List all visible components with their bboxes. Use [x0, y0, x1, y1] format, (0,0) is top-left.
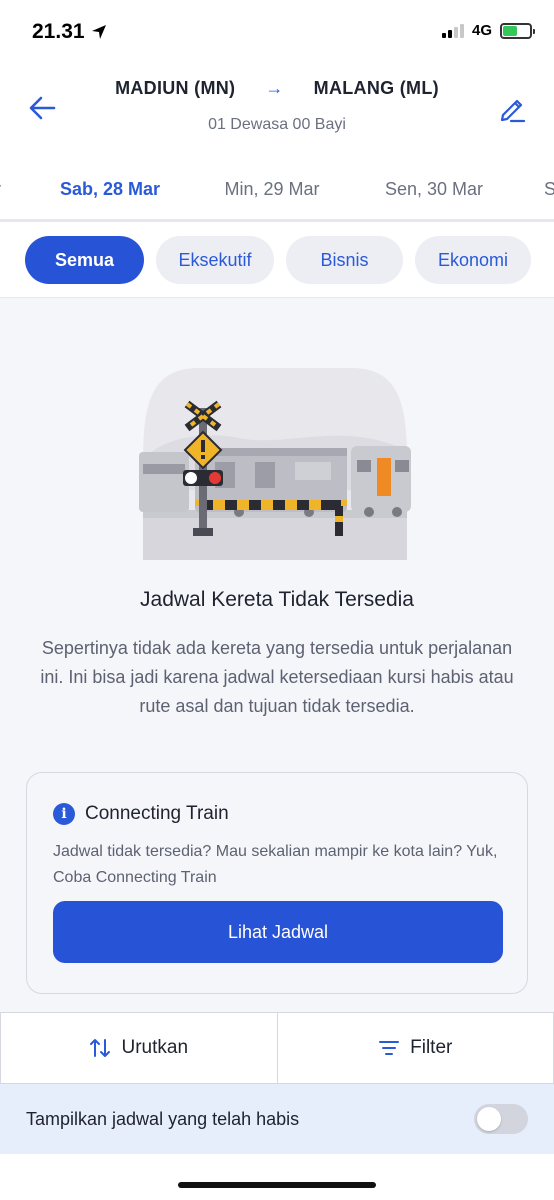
route-summary: MADIUN (MN) → MALANG (ML): [0, 78, 554, 99]
edit-search-button[interactable]: [492, 88, 532, 128]
date-tab-mon-30[interactable]: Sen, 30 Mar: [353, 160, 515, 219]
date-tabs: r Sab, 28 Mar Min, 29 Mar Sen, 30 Mar S: [0, 160, 554, 222]
destination-station: MALANG (ML): [313, 78, 439, 98]
filter-button[interactable]: Filter: [276, 1012, 554, 1084]
filter-lines-icon: [379, 1041, 400, 1055]
route-arrow: →: [265, 78, 284, 98]
status-bar: 21.31 4G: [0, 0, 554, 62]
chip-eksekutif[interactable]: Eksekutif: [156, 236, 274, 284]
sort-button[interactable]: Urutkan: [0, 1012, 277, 1084]
passenger-count: 01 Dewasa 00 Bayi: [208, 116, 346, 133]
status-indicators: 4G: [441, 22, 535, 39]
chip-bisnis[interactable]: Bisnis: [286, 236, 403, 284]
origin-station: MADIUN (MN): [115, 78, 236, 98]
battery-icon: [500, 22, 535, 39]
status-time: 21.31: [32, 20, 107, 44]
info-icon: i: [53, 803, 75, 825]
connecting-train-card: i Connecting Train Jadwal tidak tersedia…: [26, 772, 528, 994]
status-time-text: 21.31: [32, 20, 85, 43]
sort-arrows-icon: [90, 1039, 111, 1057]
connecting-train-header: i Connecting Train: [53, 803, 229, 825]
sort-label: Urutkan: [121, 1037, 189, 1058]
show-sold-out-label: Tampilkan jadwal yang telah habis: [26, 1108, 300, 1129]
show-sold-out-row: Tampilkan jadwal yang telah habis: [0, 1084, 554, 1154]
class-filter-chips: Semua Eksekutif Bisnis Ekonomi: [0, 222, 554, 298]
header: MADIUN (MN) → MALANG (ML) 01 Dewasa 00 B…: [0, 62, 554, 158]
network-type: 4G: [471, 22, 492, 39]
results-area: Jadwal Kereta Tidak Tersedia Sepertinya …: [0, 298, 554, 1012]
signal-icon: [441, 23, 464, 38]
connecting-train-title: Connecting Train: [85, 803, 229, 824]
sort-filter-bar: Urutkan Filter: [0, 1012, 554, 1084]
bottom-safe-area: [0, 1154, 554, 1200]
date-tab-previous[interactable]: r: [0, 160, 6, 219]
chip-semua[interactable]: Semua: [25, 236, 144, 284]
location-arrow-icon: [91, 25, 106, 39]
show-sold-out-toggle[interactable]: [474, 1104, 528, 1134]
chip-ekonomi[interactable]: Ekonomi: [415, 236, 531, 284]
view-schedule-button[interactable]: Lihat Jadwal: [53, 901, 503, 963]
train-crossing-illustration: [139, 368, 411, 560]
filter-label: Filter: [410, 1037, 453, 1058]
date-tab-next[interactable]: S: [540, 160, 554, 219]
home-indicator[interactable]: [178, 1182, 376, 1188]
date-tab-sat-28[interactable]: Sab, 28 Mar: [29, 160, 191, 219]
empty-state-description: Sepertinya tidak ada kereta yang tersedi…: [40, 638, 514, 716]
date-tab-sun-29[interactable]: Min, 29 Mar: [191, 160, 353, 219]
toggle-knob: [477, 1107, 501, 1131]
empty-state-title: Jadwal Kereta Tidak Tersedia: [140, 588, 414, 611]
pencil-icon: [500, 99, 526, 123]
connecting-train-description: Jadwal tidak tersedia? Mau sekalian mamp…: [53, 843, 498, 886]
